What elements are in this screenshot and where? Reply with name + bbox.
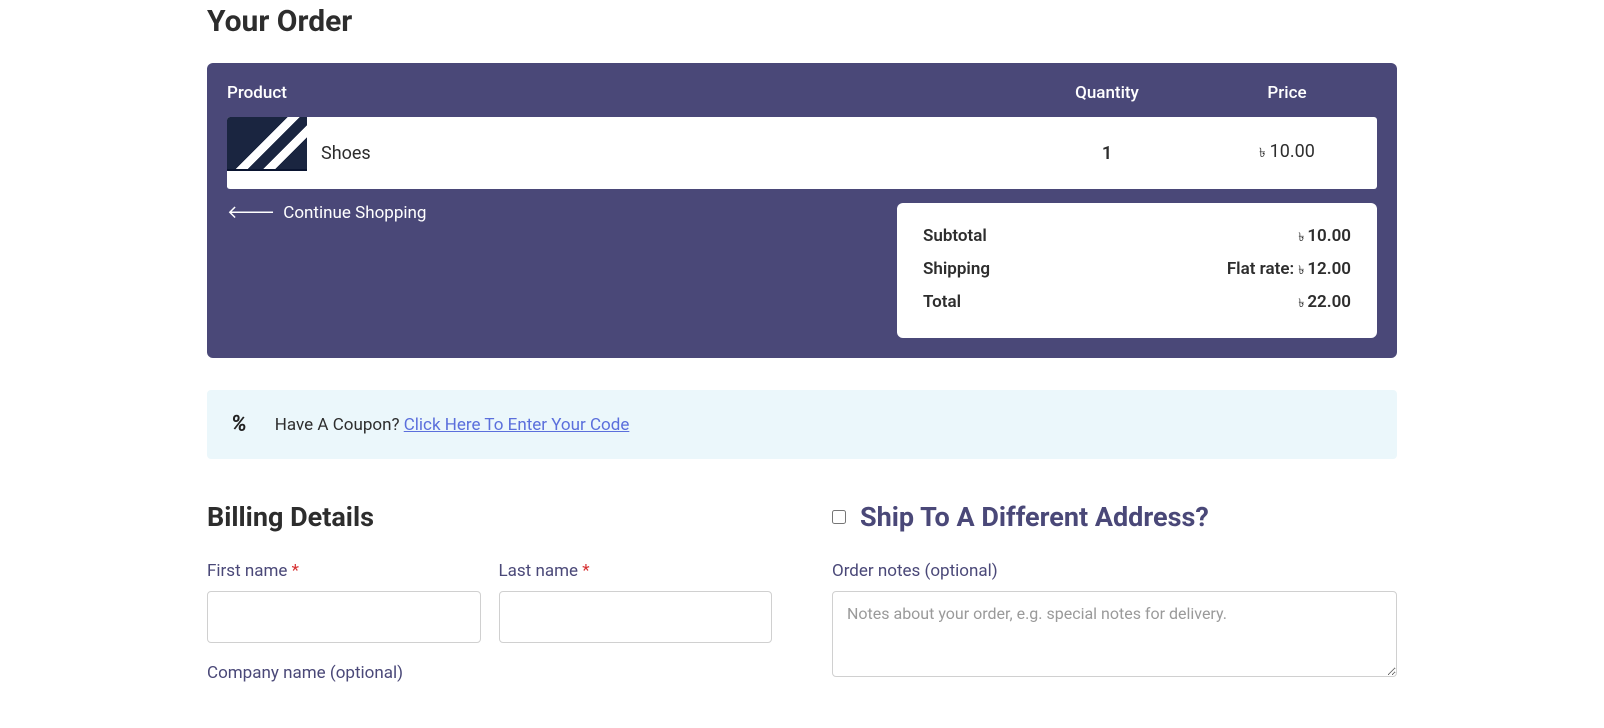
order-totals-box: Subtotal ৳10.00 Shipping Flat rate: ৳12.… [897,203,1377,338]
required-mark: * [292,561,299,581]
total-value: 22.00 [1307,292,1351,312]
required-mark: * [582,561,589,581]
total-line: Total ৳22.00 [923,287,1351,320]
first-name-label: First name * [207,561,481,581]
first-name-input[interactable] [207,591,481,643]
ship-different-address-checkbox[interactable] [832,510,846,524]
product-quantity: 1 [1017,143,1197,164]
product-price: ৳ 10.00 [1197,141,1377,165]
coupon-prompt: Have A Coupon? [275,415,404,435]
percent-icon: % [231,412,247,437]
product-image [227,117,307,189]
ship-different-address-heading: Ship To A Different Address? [860,501,1209,533]
total-label: Total [923,292,961,315]
company-name-label: Company name (optional) [207,663,772,683]
billing-section: Billing Details First name * Last name *… [207,501,772,703]
header-product: Product [227,83,1017,103]
subtotal-label: Subtotal [923,226,987,249]
header-quantity: Quantity [1017,83,1197,103]
last-name-input[interactable] [499,591,773,643]
subtotal-line: Subtotal ৳10.00 [923,221,1351,254]
shipping-line: Shipping Flat rate: ৳12.00 [923,254,1351,287]
order-notes-label: Order notes (optional) [832,561,1397,581]
currency-symbol: ৳ [1298,263,1304,277]
order-table-header: Product Quantity Price [227,83,1377,117]
continue-shopping-label: Continue Shopping [283,203,426,223]
order-item-row: Shoes 1 ৳ 10.00 [227,117,1377,189]
billing-heading: Billing Details [207,501,772,533]
continue-shopping-link[interactable]: 🡐 Continue Shopping [227,203,426,223]
last-name-label-text: Last name [499,561,583,581]
page-title: Your Order [207,4,1397,39]
first-name-label-text: First name [207,561,292,581]
subtotal-value: 10.00 [1307,226,1351,246]
shipping-method: Flat rate: [1227,259,1294,279]
arrow-left-icon: 🡐 [227,204,275,222]
currency-symbol: ৳ [1298,296,1304,310]
shipping-label: Shipping [923,259,990,282]
last-name-label: Last name * [499,561,773,581]
order-panel: Product Quantity Price Shoes 1 ৳10.00 🡐 … [207,63,1397,358]
coupon-toggle-link[interactable]: Click Here To Enter Your Code [404,415,630,435]
shipping-section: Ship To A Different Address? Order notes… [832,501,1397,703]
header-price: Price [1197,83,1377,103]
coupon-banner: % Have A Coupon? Click Here To Enter You… [207,390,1397,459]
product-cell: Shoes [227,117,1017,189]
order-notes-textarea[interactable] [832,591,1397,677]
product-name: Shoes [321,143,371,164]
price-value: 10.00 [1270,141,1315,162]
currency-symbol: ৳ [1298,230,1304,244]
shipping-value: 12.00 [1307,259,1351,279]
currency-symbol: ৳ [1259,146,1265,161]
coupon-text: Have A Coupon? Click Here To Enter Your … [275,415,630,435]
